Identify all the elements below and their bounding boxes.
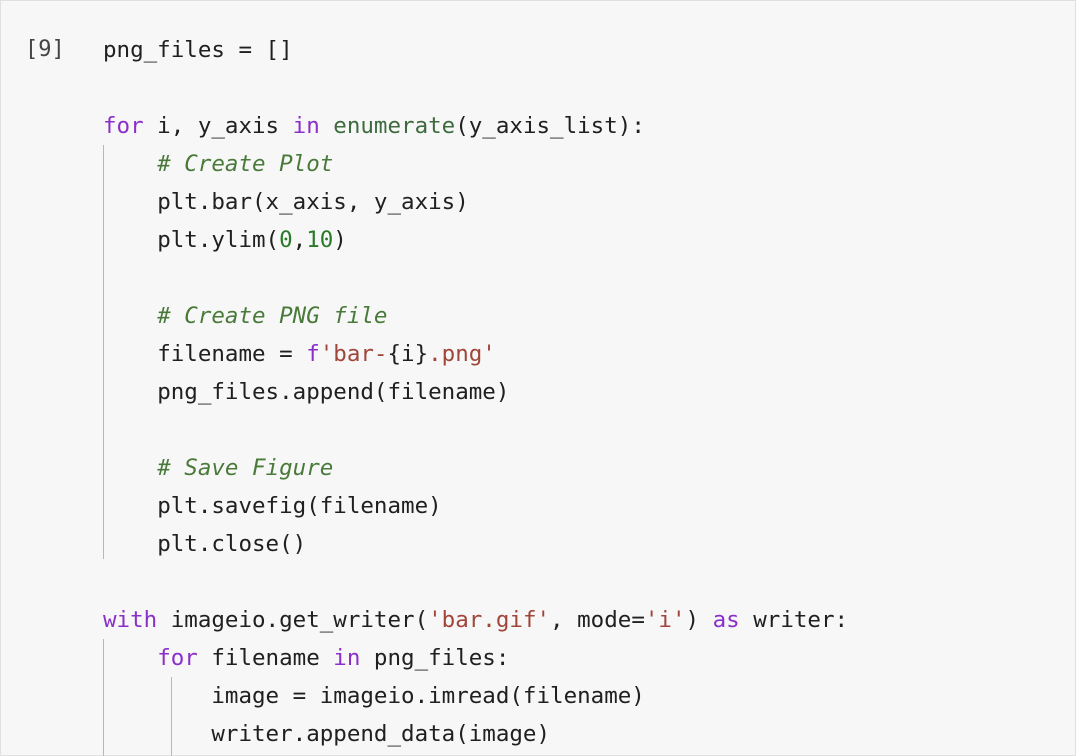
code-token: image = imageio.imread(filename)	[211, 683, 645, 709]
indent-guide-for-block	[103, 145, 104, 559]
code-line: with imageio.get_writer('bar.gif', mode=…	[103, 601, 848, 639]
code-token: imageio.get_writer(	[157, 607, 429, 633]
execution-count: [9]	[25, 37, 65, 62]
code-token: 10	[306, 227, 334, 253]
indent-guide-inner-for-block	[171, 677, 172, 756]
code-token: png_files:	[360, 645, 510, 671]
code-line: plt.close()	[103, 525, 848, 563]
code-line: png_files.append(filename)	[103, 373, 848, 411]
code-token: 'bar-	[319, 341, 388, 367]
code-line: filename = f'bar-{i}.png'	[103, 335, 848, 373]
code-token: plt.ylim(	[157, 227, 280, 253]
code-token: filename	[197, 645, 334, 671]
code-line: plt.bar(x_axis, y_axis)	[103, 183, 848, 221]
code-token: plt.close()	[157, 531, 307, 557]
code-line: # Create Plot	[103, 145, 848, 183]
code-token: in	[333, 645, 361, 671]
code-token: ,	[292, 227, 307, 253]
code-line: png_files = []	[103, 31, 848, 69]
code-token: png_files.append(filename)	[157, 379, 510, 405]
code-line: for i, y_axis in enumerate(y_axis_list):	[103, 107, 848, 145]
code-token: {i}	[387, 341, 429, 367]
code-line: plt.savefig(filename)	[103, 487, 848, 525]
code-token: )	[685, 607, 713, 633]
code-token: # Save Figure	[157, 455, 334, 481]
code-line: # Save Figure	[103, 449, 848, 487]
code-editor[interactable]: png_files = [] for i, y_axis in enumerate…	[103, 31, 848, 753]
code-token: png_files = []	[103, 37, 293, 63]
code-token: writer:	[739, 607, 849, 633]
code-token: enumerate	[333, 113, 456, 139]
code-token: writer.append_data(image)	[211, 721, 551, 747]
code-token: i, y_axis	[143, 113, 293, 139]
code-line: writer.append_data(image)	[103, 715, 848, 753]
code-token: , mode=	[550, 607, 645, 633]
code-token: for	[103, 113, 144, 139]
code-token: (y_axis_list):	[455, 113, 645, 139]
code-token: 0	[279, 227, 293, 253]
code-line: for filename in png_files:	[103, 639, 848, 677]
code-token: # Create Plot	[157, 151, 334, 177]
code-token: for	[157, 645, 198, 671]
code-token: 'bar.gif'	[428, 607, 551, 633]
code-token: plt.bar(x_axis, y_axis)	[157, 189, 469, 215]
code-token: in	[292, 113, 320, 139]
indent-guide-with-block	[103, 639, 104, 756]
code-token: # Create PNG file	[157, 303, 388, 329]
code-token: with	[103, 607, 158, 633]
code-line: plt.ylim(0,10)	[103, 221, 848, 259]
code-token: 'i'	[644, 607, 686, 633]
code-token: plt.savefig(filename)	[157, 493, 442, 519]
code-token: as	[712, 607, 740, 633]
code-token: f	[306, 341, 320, 367]
code-cell[interactable]: [9] png_files = [] for i, y_axis in enume…	[0, 0, 1076, 756]
code-token: )	[333, 227, 347, 253]
code-token: .png'	[428, 341, 496, 367]
code-line: image = imageio.imread(filename)	[103, 677, 848, 715]
code-token: filename =	[157, 341, 307, 367]
code-line: # Create PNG file	[103, 297, 848, 335]
